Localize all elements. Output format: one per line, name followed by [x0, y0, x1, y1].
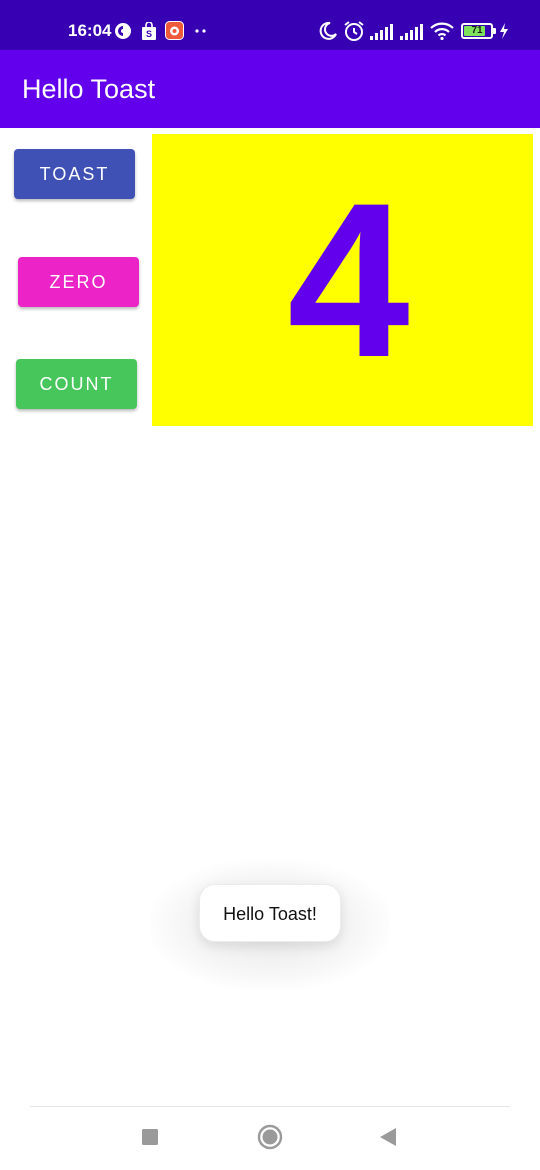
moon-icon — [319, 21, 337, 40]
signal-icon — [370, 24, 393, 40]
wifi-icon — [430, 22, 454, 40]
svg-text:S: S — [146, 29, 152, 39]
count-button[interactable]: COUNT — [16, 359, 137, 409]
toast-message: Hello Toast! — [199, 884, 341, 942]
app-icon-red — [165, 21, 184, 40]
nav-divider — [30, 1106, 510, 1107]
count-value: 4 — [287, 157, 410, 403]
recents-button[interactable] — [141, 1128, 159, 1146]
zero-button[interactable]: ZERO — [18, 257, 139, 307]
app-icon-c — [115, 23, 131, 39]
signal-icon-2 — [400, 24, 423, 40]
shopping-bag-icon: S — [142, 22, 156, 40]
toast-button[interactable]: TOAST — [14, 149, 135, 199]
status-time: 16:04 — [68, 21, 112, 40]
app-bar: Hello Toast — [0, 50, 540, 128]
home-button[interactable] — [257, 1124, 283, 1150]
more-dots-icon — [195, 29, 206, 33]
app-title: Hello Toast — [22, 74, 156, 104]
battery-icon: 71 — [461, 23, 496, 39]
alarm-icon — [344, 21, 364, 41]
battery-level: 71 — [471, 25, 483, 36]
status-bar: 16:04 S 71 — [0, 0, 540, 50]
count-display-panel: 4 — [152, 134, 533, 426]
charging-icon — [500, 23, 508, 39]
back-button[interactable] — [379, 1127, 397, 1147]
